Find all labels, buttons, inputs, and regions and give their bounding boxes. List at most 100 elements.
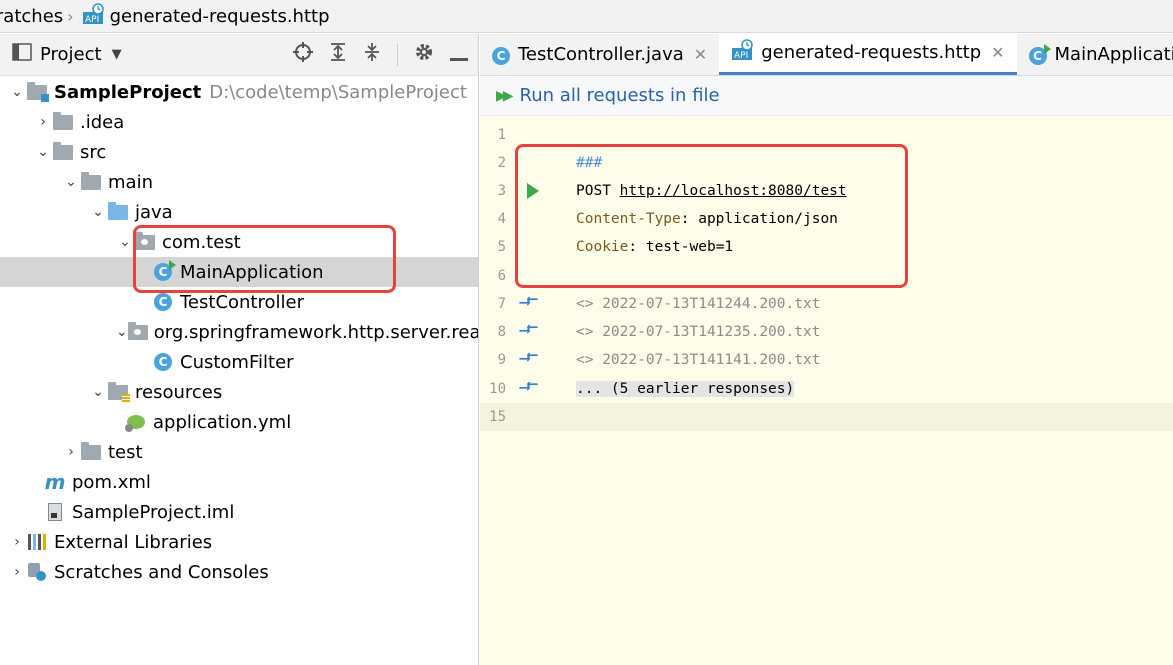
project-view-icon (12, 43, 32, 66)
spring-yml-icon (125, 413, 147, 432)
tree-item-testcontroller[interactable]: C TestController (0, 287, 478, 317)
run-all-icon[interactable]: ▶▶ (496, 88, 513, 104)
tree-item-label: CustomFilter (180, 351, 294, 373)
code-line: 9 ⟶ ⟶ <> 2022-07-13T141141.200.txt (480, 346, 1173, 374)
line-number: 1 (497, 127, 506, 143)
tree-item-label: pom.xml (72, 471, 151, 493)
run-all-requests-link[interactable]: Run all requests in file (520, 85, 720, 106)
tree-item-scratches[interactable]: › Scratches and Consoles (0, 557, 478, 587)
tree-item-com-test[interactable]: ⌄ com.test (0, 227, 478, 257)
gear-icon[interactable] (414, 42, 434, 67)
code-line: 5 Cookie: test-web=1 (480, 233, 1173, 261)
chevron-down-icon[interactable]: ⌄ (89, 204, 107, 220)
chevron-down-icon[interactable]: ⌄ (34, 144, 52, 160)
tree-item-application-yml[interactable]: application.yml (0, 407, 478, 437)
compare-responses-icon[interactable]: ⟶ ⟶ (518, 291, 548, 315)
project-path: D:\code\temp\SampleProject (209, 81, 467, 103)
chevron-right-icon[interactable]: › (62, 444, 80, 460)
tab-mainapplication[interactable]: C MainApplication (1017, 34, 1173, 75)
chevron-right-icon[interactable]: › (8, 564, 26, 580)
tree-item-org-springframework[interactable]: ⌄ org.springframework.http.server.reacti… (0, 317, 478, 347)
tree-item-label: com.test (162, 231, 241, 253)
chevron-down-icon[interactable]: ⌄ (116, 324, 128, 340)
tree-item-resources[interactable]: ⌄ resources (0, 377, 478, 407)
folder-icon (52, 141, 74, 161)
breadcrumb: cratches › API generated-requests.http (0, 0, 1173, 33)
breadcrumb-file[interactable]: generated-requests.http (110, 6, 330, 27)
spring-boot-class-icon: C (1028, 43, 1051, 65)
close-icon[interactable]: ✕ (991, 43, 1004, 62)
tree-item-label: SampleProject.iml (72, 501, 235, 523)
folder-icon (80, 171, 102, 191)
close-icon[interactable]: ✕ (694, 45, 707, 64)
package-icon (127, 321, 148, 341)
api-file-icon: API (82, 2, 104, 30)
tree-item-label: MainApplication (180, 261, 324, 283)
line-number: 15 (489, 409, 506, 425)
header-value: : application/json (680, 211, 838, 227)
tree-item-src[interactable]: ⌄ src (0, 137, 478, 167)
chevron-down-icon[interactable]: ⌄ (89, 384, 107, 400)
code-line: 1 (480, 121, 1173, 149)
source-folder-icon (107, 201, 129, 221)
compare-responses-icon[interactable]: ⟶ ⟶ (518, 376, 548, 400)
run-request-icon[interactable] (518, 183, 548, 199)
compare-responses-icon[interactable]: ⟶ ⟶ (518, 347, 548, 371)
chevron-down-icon[interactable]: ⌄ (62, 174, 80, 190)
tree-item-label: application.yml (153, 411, 292, 433)
tree-item-test[interactable]: › test (0, 437, 478, 467)
tab-testcontroller[interactable]: C TestController.java ✕ (480, 34, 719, 75)
tree-item-pom-xml[interactable]: m pom.xml (0, 467, 478, 497)
tab-label: generated-requests.http (761, 42, 982, 63)
response-file-link[interactable]: <> 2022-07-13T141141.200.txt (576, 352, 820, 368)
tab-label: MainApplication (1054, 43, 1173, 65)
code-editor[interactable]: 1 2 ### 3 POST http://localhost:8080/tes… (480, 117, 1173, 665)
code-line: 7 ⟶ ⟶ <> 2022-07-13T141244.200.txt (480, 290, 1173, 318)
scratches-icon (26, 563, 48, 581)
tree-item-label: TestController (180, 291, 304, 313)
response-file-link[interactable]: <> 2022-07-13T141244.200.txt (576, 296, 820, 312)
earlier-responses-fold[interactable]: ... (5 earlier responses) (576, 381, 795, 397)
tree-item-label: java (135, 201, 173, 223)
line-number: 3 (497, 183, 506, 199)
expand-all-icon[interactable] (329, 42, 347, 67)
tree-item-main[interactable]: ⌄ main (0, 167, 478, 197)
header-name: Cookie (576, 239, 629, 255)
hide-panel-icon[interactable] (450, 43, 468, 67)
chevron-down-icon[interactable]: ⌄ (8, 84, 26, 100)
line-number: 10 (489, 381, 506, 397)
folder-icon (80, 441, 102, 461)
request-url[interactable]: http://localhost:8080/test (620, 183, 847, 199)
chevron-right-icon[interactable]: › (34, 114, 52, 130)
line-number: 8 (497, 324, 506, 340)
editor-tabs: C TestController.java ✕ API generated-re… (480, 34, 1173, 76)
tab-generated-requests[interactable]: API generated-requests.http ✕ (719, 34, 1017, 75)
chevron-down-icon[interactable]: ⌄ (116, 234, 134, 250)
tree-item-external-libraries[interactable]: › External Libraries (0, 527, 478, 557)
response-file-link[interactable]: <> 2022-07-13T141235.200.txt (576, 324, 820, 340)
tree-item-sampleproject[interactable]: ⌄ SampleProject D:\code\temp\SampleProje… (0, 77, 478, 107)
line-number: 6 (497, 268, 506, 284)
locate-icon[interactable] (293, 42, 313, 67)
line-number: 2 (497, 155, 506, 171)
code-line-current: 15 (480, 403, 1173, 431)
collapse-all-icon[interactable] (363, 42, 381, 67)
toolbar-divider (397, 43, 398, 66)
library-icon (26, 533, 48, 551)
header-line: Cookie: test-web=1 (576, 239, 733, 255)
tree-item-label: test (108, 441, 143, 463)
chevron-down-icon[interactable]: ▼ (112, 47, 122, 62)
breadcrumb-scratches[interactable]: cratches (0, 6, 63, 27)
iml-file-icon (44, 503, 66, 521)
editor-area: C TestController.java ✕ API generated-re… (480, 34, 1173, 665)
tree-item-customfilter[interactable]: C CustomFilter (0, 347, 478, 377)
tree-item-mainapplication[interactable]: C MainApplication (0, 257, 478, 287)
spring-boot-class-icon: C (152, 260, 176, 281)
compare-responses-icon[interactable]: ⟶ ⟶ (518, 319, 548, 343)
project-view-title[interactable]: Project (40, 44, 102, 65)
tree-item-java[interactable]: ⌄ java (0, 197, 478, 227)
svg-text:API: API (85, 15, 99, 25)
tree-item-sampleproject-iml[interactable]: SampleProject.iml (0, 497, 478, 527)
tree-item-idea[interactable]: › .idea (0, 107, 478, 137)
chevron-right-icon[interactable]: › (8, 534, 26, 550)
